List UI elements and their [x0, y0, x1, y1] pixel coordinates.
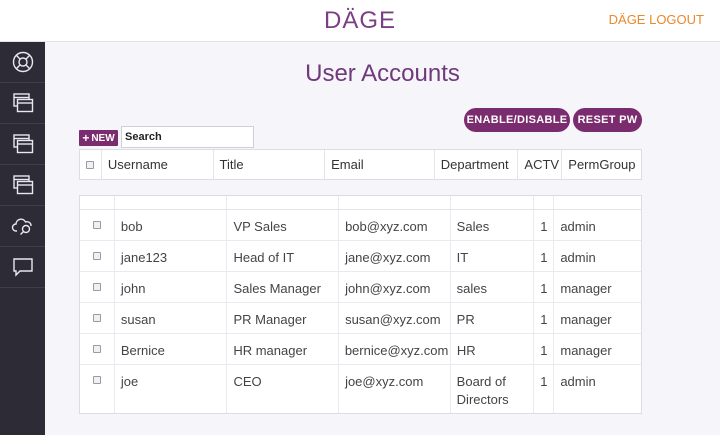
page-title: User Accounts: [305, 60, 460, 87]
cell-title: VP Sales: [227, 210, 340, 240]
column-header-actv[interactable]: ACTV: [518, 150, 563, 179]
top-bar: DÄGE DÄGE LOGOUT: [0, 0, 720, 42]
cell-permgroup: manager: [560, 343, 612, 358]
cell-department: Board of Directors: [451, 365, 535, 413]
cell-permgroup: admin: [560, 219, 596, 234]
row-checkbox-cell[interactable]: [80, 303, 115, 333]
chat-bubble-icon: [12, 258, 33, 277]
filter-row: [80, 196, 641, 210]
row-checkbox-cell[interactable]: [80, 272, 115, 302]
cell-email: jane@xyz.com: [339, 241, 451, 271]
cell-department: PR: [451, 303, 535, 333]
column-header-email[interactable]: Email: [325, 150, 435, 179]
cell-username: bob: [115, 210, 228, 240]
cell-actv: 1: [534, 303, 555, 333]
cell-permgroup: admin: [560, 250, 596, 265]
cell-title: Sales Manager: [227, 272, 340, 302]
cell-email: john@xyz.com: [339, 272, 451, 302]
reset-password-button[interactable]: RESET PW: [573, 108, 642, 132]
cell-title: PR Manager: [227, 303, 340, 333]
table-row[interactable]: Bernice HR manager bernice@xyz.com HR 1 manag…: [80, 334, 641, 365]
cell-department: Sales: [451, 210, 535, 240]
table-header: Username Title Email Department ACTV Per…: [79, 149, 642, 180]
table-row[interactable]: bob VP Sales bob@xyz.com Sales 1 admin: [80, 210, 641, 241]
cell-username: susan: [115, 303, 228, 333]
cell-username: joe: [115, 365, 228, 413]
window-icon: [12, 134, 33, 154]
row-checkbox[interactable]: [92, 221, 101, 229]
cloud-search-icon: [11, 218, 32, 235]
cell-permgroup: manager: [560, 281, 612, 296]
cell-email: bernice@xyz.com: [339, 334, 451, 364]
users-table: bob VP Sales bob@xyz.com Sales 1 admin jane123…: [79, 195, 642, 414]
cell-actv: 1: [534, 272, 555, 302]
cell-username: Bernice: [115, 334, 228, 364]
sidebar-item-cloud-search[interactable]: [0, 206, 45, 247]
cell-email: joe@xyz.com: [339, 365, 451, 413]
cell-permgroup: manager: [560, 312, 612, 327]
sidebar-item-windows-2[interactable]: [0, 124, 45, 165]
row-checkbox-cell[interactable]: [80, 365, 115, 413]
row-checkbox-cell[interactable]: [80, 241, 115, 271]
row-checkbox[interactable]: [92, 252, 101, 260]
enable-disable-button[interactable]: ENABLE/DISABLE: [464, 108, 570, 132]
window-icon: [12, 175, 33, 195]
cell-username: jane123: [115, 241, 228, 271]
row-checkbox[interactable]: [92, 314, 101, 322]
cell-department: IT: [451, 241, 535, 271]
cell-actv: 1: [534, 334, 555, 364]
select-all-checkbox-cell[interactable]: [80, 150, 102, 179]
cell-department: sales: [451, 272, 535, 302]
cell-email: susan@xyz.com: [339, 303, 451, 333]
column-header-permgroup[interactable]: PermGroup: [562, 150, 641, 179]
window-icon: [12, 93, 33, 113]
sidebar-item-support[interactable]: [0, 42, 45, 83]
logout-link[interactable]: DÄGE LOGOUT: [609, 12, 704, 27]
search-input[interactable]: [121, 126, 254, 148]
cell-title: Head of IT: [227, 241, 340, 271]
new-user-button[interactable]: + NEW: [79, 130, 118, 146]
column-header-department[interactable]: Department: [435, 150, 519, 179]
sidebar-item-windows-3[interactable]: [0, 165, 45, 206]
cell-title: CEO: [227, 365, 340, 413]
column-header-username[interactable]: Username: [102, 150, 214, 179]
cell-title: HR manager: [227, 334, 339, 364]
sidebar: [0, 42, 45, 435]
row-checkbox[interactable]: [92, 283, 101, 291]
sidebar-item-windows-1[interactable]: [0, 83, 45, 124]
cell-permgroup: admin: [560, 374, 596, 389]
row-checkbox[interactable]: [92, 376, 101, 384]
cell-username: john: [115, 272, 228, 302]
cell-actv: 1: [534, 241, 555, 271]
select-all-checkbox[interactable]: [86, 160, 95, 169]
row-checkbox[interactable]: [92, 345, 101, 353]
lifebuoy-icon: [12, 51, 33, 73]
cell-email: bob@xyz.com: [339, 210, 451, 240]
cell-actv: 1: [534, 365, 555, 413]
cell-department: HR: [451, 334, 535, 364]
sidebar-item-messages[interactable]: [0, 247, 45, 288]
table-row[interactable]: joe CEO joe@xyz.com Board of Directors 1 admi…: [80, 365, 641, 413]
plus-icon: +: [82, 131, 90, 145]
column-header-title[interactable]: Title: [214, 150, 326, 179]
row-checkbox-cell[interactable]: [80, 334, 115, 364]
new-button-label: NEW: [91, 132, 115, 144]
cell-actv: 1: [534, 210, 555, 240]
table-row[interactable]: john Sales Manager john@xyz.com sales 1 manag…: [80, 272, 641, 303]
row-checkbox-cell[interactable]: [80, 210, 115, 240]
table-row[interactable]: susan PR Manager susan@xyz.com PR 1 manager: [80, 303, 641, 334]
table-row[interactable]: jane123 Head of IT jane@xyz.com IT 1 admin: [80, 241, 641, 272]
